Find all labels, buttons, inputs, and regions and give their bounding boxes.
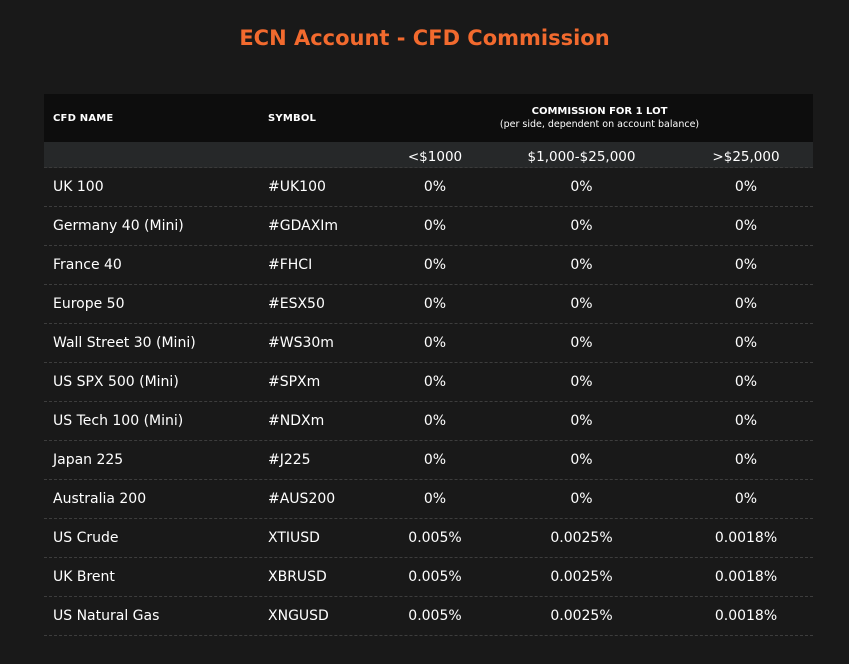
cell-cfd-name: US Crude [53,530,119,546]
tier-header-mid: $1,000-$25,000 [527,149,636,165]
cell-cfd-name: Europe 50 [53,296,125,312]
cell-symbol: XNGUSD [268,608,329,624]
cell-commission-low: 0% [423,413,447,429]
cell-cfd-name: US SPX 500 (Mini) [53,374,179,390]
table-row: Europe 50 #ESX50 0% 0% 0% [44,285,813,324]
cell-cfd-name: France 40 [53,257,122,273]
cell-commission-high: 0% [734,374,758,390]
cell-cfd-name: Wall Street 30 (Mini) [53,335,196,351]
table-row: US Natural Gas XNGUSD 0.005% 0.0025% 0.0018% [44,597,813,636]
cell-cfd-name: UK 100 [53,179,104,195]
header-cfd-name: CFD NAME [53,112,114,124]
cell-symbol: XTIUSD [268,530,320,546]
cell-commission-low: 0% [423,452,447,468]
cell-cfd-name: UK Brent [53,569,115,585]
table-row: Australia 200 #AUS200 0% 0% 0% [44,480,813,519]
cell-symbol: #FHCI [268,257,313,273]
table-tier-row: <$1000 $1,000-$25,000 >$25,000 [44,142,813,168]
table-header-row: CFD NAME SYMBOL COMMISSION FOR 1 LOT (pe… [44,94,813,142]
cell-commission-low: 0.005% [408,608,462,624]
cell-commission-mid: 0% [570,257,593,273]
table-row: Germany 40 (Mini) #GDAXIm 0% 0% 0% [44,207,813,246]
cell-commission-high: 0% [734,335,758,351]
table-row: France 40 #FHCI 0% 0% 0% [44,246,813,285]
cell-commission-mid: 0% [570,491,593,507]
table-row: US SPX 500 (Mini) #SPXm 0% 0% 0% [44,363,813,402]
cell-cfd-name: Australia 200 [53,491,147,507]
cell-commission-high: 0% [734,296,758,312]
cell-cfd-name: US Tech 100 (Mini) [53,413,184,429]
header-symbol: SYMBOL [268,112,317,124]
header-commission: COMMISSION FOR 1 LOT (per side, dependen… [386,105,813,131]
cell-commission-mid: 0% [570,452,593,468]
page-title: ECN Account - CFD Commission [239,26,610,50]
tier-header-low: <$1000 [407,149,463,165]
cell-symbol: #SPXm [268,374,321,390]
table-body: UK 100 #UK100 0% 0% 0% Germany 40 (Mini) #GDAX… [44,168,813,636]
cell-commission-high: 0% [734,179,758,195]
cell-commission-high: 0% [734,452,758,468]
cell-symbol: #NDXm [268,413,325,429]
tier-spacer-name [44,142,268,167]
cell-commission-mid: 0% [570,218,593,234]
table-row: UK 100 #UK100 0% 0% 0% [44,168,813,207]
cell-commission-low: 0% [423,179,447,195]
cell-commission-high: 0% [734,413,758,429]
table-row: US Crude XTIUSD 0.005% 0.0025% 0.0018% [44,519,813,558]
cell-symbol: #AUS200 [268,491,336,507]
table-row: US Tech 100 (Mini) #NDXm 0% 0% 0% [44,402,813,441]
cell-cfd-name: Japan 225 [53,452,124,468]
cell-commission-mid: 0% [570,335,593,351]
commission-table: CFD NAME SYMBOL COMMISSION FOR 1 LOT (pe… [44,94,813,636]
cell-symbol: #J225 [268,452,311,468]
cell-commission-mid: 0.0025% [550,530,613,546]
header-commission-note: (per side, dependent on account balance) [499,119,700,130]
cell-commission-high: 0% [734,257,758,273]
cell-cfd-name: Germany 40 (Mini) [53,218,184,234]
table-row: Wall Street 30 (Mini) #WS30m 0% 0% 0% [44,324,813,363]
cell-commission-high: 0.0018% [714,530,778,546]
cell-commission-low: 0% [423,335,447,351]
cell-commission-low: 0% [423,218,447,234]
cell-commission-low: 0.005% [408,530,462,546]
cell-commission-low: 0% [423,491,447,507]
cell-symbol: #ESX50 [268,296,325,312]
cell-commission-high: 0.0018% [714,608,778,624]
cell-commission-low: 0% [423,374,447,390]
cell-commission-mid: 0% [570,179,593,195]
table-row: Japan 225 #J225 0% 0% 0% [44,441,813,480]
cell-commission-mid: 0.0025% [550,608,613,624]
cell-symbol: #GDAXIm [268,218,339,234]
tier-header-high: >$25,000 [712,149,780,165]
cell-commission-mid: 0.0025% [550,569,613,585]
cell-symbol: #WS30m [268,335,334,351]
page: ECN Account - CFD Commission CFD NAME SY… [0,0,849,664]
cell-commission-high: 0% [734,218,758,234]
cell-commission-low: 0% [423,257,447,273]
cell-commission-mid: 0% [570,374,593,390]
cell-commission-low: 0.005% [408,569,462,585]
cell-symbol: XBRUSD [268,569,327,585]
cell-commission-mid: 0% [570,296,593,312]
cell-commission-high: 0.0018% [714,569,778,585]
header-commission-title: COMMISSION FOR 1 LOT [531,106,668,117]
cell-symbol: #UK100 [268,179,326,195]
cell-commission-mid: 0% [570,413,593,429]
cell-commission-high: 0% [734,491,758,507]
cell-commission-low: 0% [423,296,447,312]
table-row: UK Brent XBRUSD 0.005% 0.0025% 0.0018% [44,558,813,597]
tier-spacer-symbol [268,142,386,167]
cell-cfd-name: US Natural Gas [53,608,160,624]
